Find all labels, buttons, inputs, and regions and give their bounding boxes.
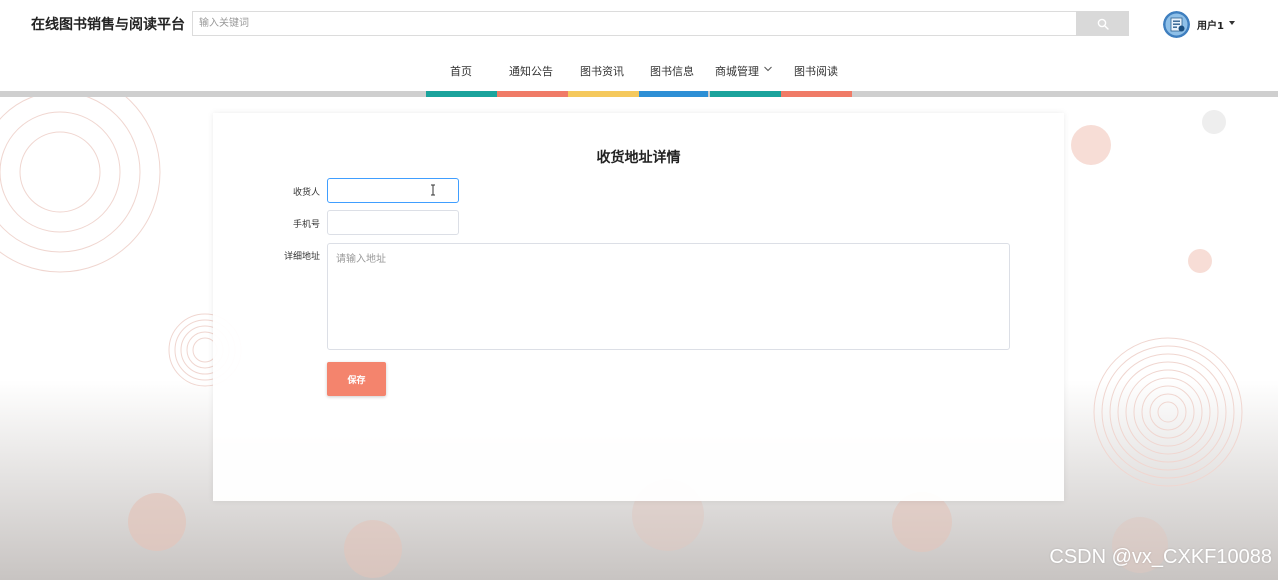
- save-button[interactable]: 保存: [327, 362, 386, 396]
- search-input[interactable]: [192, 11, 1076, 36]
- site-title[interactable]: 在线图书销售与阅读平台: [31, 14, 185, 34]
- nav-item-shop-manage[interactable]: 商城管理: [715, 63, 759, 79]
- search-button[interactable]: [1076, 11, 1129, 36]
- main-nav: 首页 通知公告 图书资讯 图书信息 商城管理 图书阅读: [0, 48, 1278, 91]
- header: 在线图书销售与阅读平台 用户1: [0, 0, 1278, 48]
- nav-item-book-news[interactable]: 图书资讯: [580, 63, 624, 79]
- caret-down-icon[interactable]: [1229, 21, 1235, 25]
- recipient-label: 收货人: [292, 188, 320, 198]
- address-textarea[interactable]: [327, 243, 1010, 350]
- nav-item-home[interactable]: 首页: [450, 63, 472, 79]
- avatar[interactable]: [1163, 11, 1190, 38]
- recipient-input[interactable]: [327, 178, 459, 203]
- nav-item-book-info[interactable]: 图书信息: [650, 63, 694, 79]
- chevron-down-icon[interactable]: [764, 66, 772, 72]
- address-form-card: 收货地址详情 收货人 手机号 详细地址 保存: [213, 113, 1064, 501]
- text-cursor-icon: [431, 184, 435, 196]
- phone-label: 手机号: [292, 220, 320, 230]
- nav-item-notices[interactable]: 通知公告: [509, 63, 553, 79]
- watermark: CSDN @vx_CXKF10088: [1049, 546, 1272, 568]
- address-label: 详细地址: [283, 252, 320, 262]
- user-name[interactable]: 用户1: [1197, 17, 1224, 32]
- nav-item-book-reading[interactable]: 图书阅读: [794, 63, 838, 79]
- page-title: 收货地址详情: [596, 150, 681, 166]
- phone-input[interactable]: [327, 210, 459, 235]
- search-icon: [1097, 18, 1109, 30]
